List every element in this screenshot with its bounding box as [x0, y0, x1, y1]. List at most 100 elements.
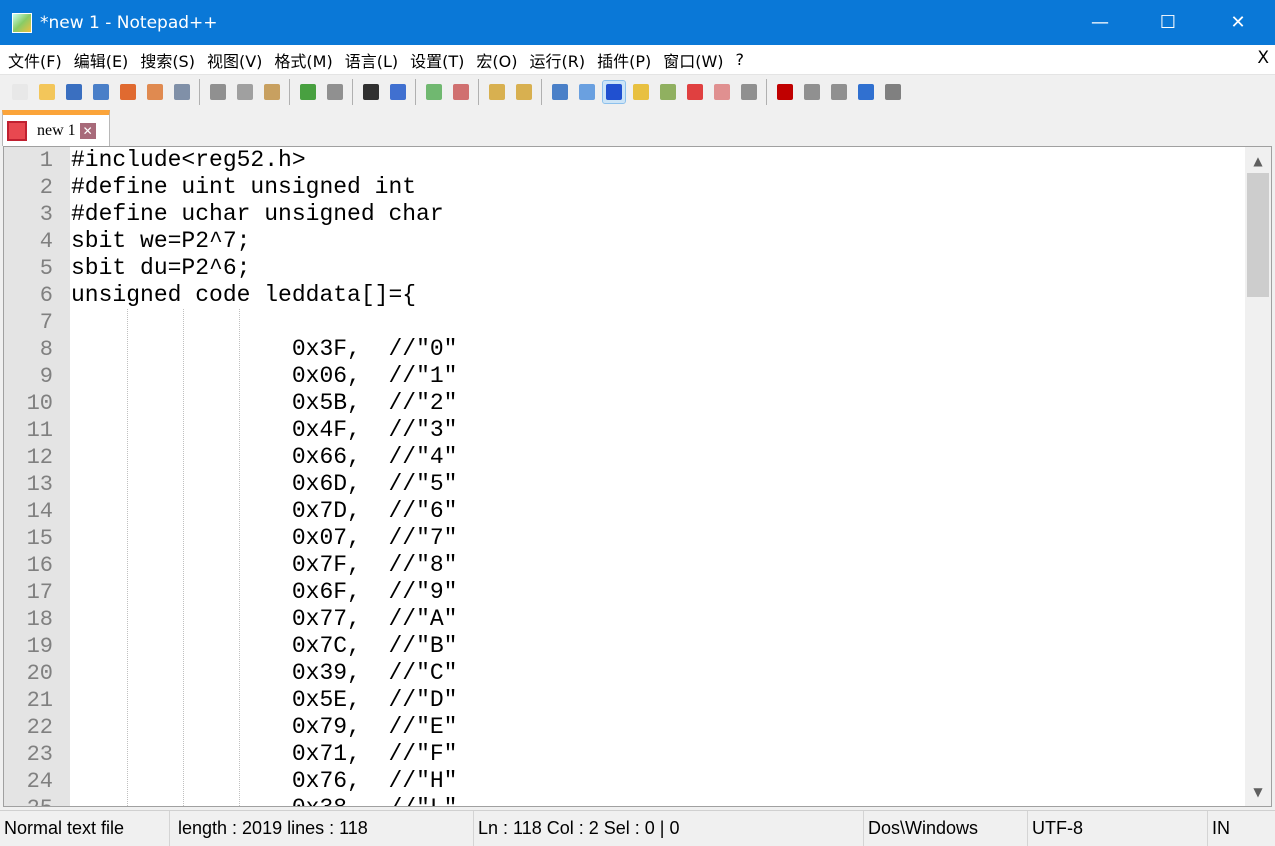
- code-line[interactable]: 0x6F, //"9": [71, 579, 458, 606]
- line-number: 16: [26, 553, 53, 578]
- code-line[interactable]: 0x5B, //"2": [71, 390, 458, 417]
- line-number: 23: [26, 742, 53, 767]
- close-document-button[interactable]: X: [1257, 48, 1269, 68]
- code-line[interactable]: 0x38, //"L": [71, 795, 458, 806]
- line-number: 11: [26, 418, 53, 443]
- menu-item[interactable]: 运行(R): [523, 48, 591, 72]
- indent-guide-icon[interactable]: [602, 79, 626, 104]
- menu-item[interactable]: 插件(P): [591, 48, 657, 72]
- code-line[interactable]: 0x66, //"4": [71, 444, 458, 471]
- code-line[interactable]: 0x77, //"A": [71, 606, 458, 633]
- line-number: 17: [26, 580, 53, 605]
- toolbar-separator: [289, 78, 290, 105]
- tab-bar: new 1 ✕: [0, 108, 1275, 146]
- code-line[interactable]: unsigned code leddata[]={: [71, 282, 416, 309]
- code-line[interactable]: 0x39, //"C": [71, 660, 458, 687]
- play-macro-icon[interactable]: [828, 81, 850, 103]
- udl-icon[interactable]: [630, 81, 652, 103]
- line-number: 1: [39, 148, 53, 173]
- code-line[interactable]: #include<reg52.h>: [71, 147, 306, 174]
- code-line[interactable]: 0x76, //"H": [71, 768, 458, 795]
- close-all-icon[interactable]: [144, 81, 166, 103]
- close-window-button[interactable]: ✕: [1203, 0, 1273, 45]
- record-macro-icon[interactable]: [774, 81, 796, 103]
- code-line[interactable]: 0x3F, //"0": [71, 336, 458, 363]
- doc-map-icon[interactable]: [657, 81, 679, 103]
- editor[interactable]: 1234567891011121314151617181920212223242…: [3, 146, 1272, 807]
- menu-item[interactable]: 窗口(W): [657, 48, 729, 72]
- zoom-out-icon[interactable]: [450, 81, 472, 103]
- line-number: 2: [39, 175, 53, 200]
- menu-bar: 文件(F) 编辑(E) 搜索(S) 视图(V) 格式(M) 语言(L) 设置(T) 宏(O) 运…: [0, 45, 1275, 74]
- code-line[interactable]: 0x4F, //"3": [71, 417, 458, 444]
- scroll-down-arrow-icon[interactable]: ▼: [1245, 780, 1271, 804]
- function-list-icon[interactable]: [684, 81, 706, 103]
- menu-item[interactable]: 搜索(S): [134, 48, 201, 72]
- folder-workspace-icon[interactable]: [711, 81, 733, 103]
- notepadpp-app-icon: [12, 12, 32, 33]
- save-icon[interactable]: [63, 81, 85, 103]
- print-icon[interactable]: [171, 81, 193, 103]
- run-macro-multiple-icon[interactable]: [855, 81, 877, 103]
- window-title: *new 1 - Notepad++: [40, 12, 218, 33]
- tab-label: new 1: [37, 121, 76, 139]
- vertical-scrollbar[interactable]: ▲ ▼: [1245, 147, 1271, 806]
- code-line[interactable]: 0x79, //"E": [71, 714, 458, 741]
- code-line[interactable]: 0x7F, //"8": [71, 552, 458, 579]
- code-line[interactable]: #define uchar unsigned char: [71, 201, 444, 228]
- menu-item[interactable]: 视图(V): [201, 48, 268, 72]
- save-all-icon[interactable]: [90, 81, 112, 103]
- stop-macro-icon[interactable]: [801, 81, 823, 103]
- paste-icon[interactable]: [261, 81, 283, 103]
- status-file-type: Normal text file: [0, 811, 170, 846]
- monitoring-icon[interactable]: [738, 81, 760, 103]
- menu-item[interactable]: 语言(L): [339, 48, 404, 72]
- code-line[interactable]: #define uint unsigned int: [71, 174, 416, 201]
- replace-icon[interactable]: [387, 81, 409, 103]
- find-icon[interactable]: [360, 81, 382, 103]
- minimize-button[interactable]: —: [1065, 0, 1135, 45]
- code-line[interactable]: 0x7C, //"B": [71, 633, 458, 660]
- code-line[interactable]: sbit we=P2^7;: [71, 228, 250, 255]
- line-number: 12: [26, 445, 53, 470]
- open-file-icon[interactable]: [36, 81, 58, 103]
- redo-icon[interactable]: [324, 81, 346, 103]
- toolbar-separator: [199, 78, 200, 105]
- code-line[interactable]: 0x7D, //"6": [71, 498, 458, 525]
- code-line[interactable]: sbit du=P2^6;: [71, 255, 250, 282]
- maximize-button[interactable]: ☐: [1133, 0, 1203, 45]
- code-line[interactable]: 0x71, //"F": [71, 741, 458, 768]
- scroll-up-arrow-icon[interactable]: ▲: [1245, 149, 1271, 173]
- copy-icon[interactable]: [234, 81, 256, 103]
- scrollbar-thumb[interactable]: [1247, 173, 1269, 297]
- menu-item[interactable]: 文件(F): [2, 48, 68, 72]
- menu-item[interactable]: 格式(M): [268, 48, 338, 72]
- line-number: 3: [39, 202, 53, 227]
- tab-new-1[interactable]: new 1 ✕: [2, 110, 110, 146]
- save-macro-icon[interactable]: [882, 81, 904, 103]
- line-number: 6: [39, 283, 53, 308]
- line-number: 8: [39, 337, 53, 362]
- code-line[interactable]: 0x6D, //"5": [71, 471, 458, 498]
- line-number: 22: [26, 715, 53, 740]
- menu-item[interactable]: 编辑(E): [68, 48, 135, 72]
- tab-close-button[interactable]: ✕: [79, 122, 96, 139]
- sync-vertical-icon[interactable]: [486, 81, 508, 103]
- close-icon[interactable]: [117, 81, 139, 103]
- line-number: 15: [26, 526, 53, 551]
- code-line[interactable]: 0x07, //"7": [71, 525, 458, 552]
- show-all-chars-icon[interactable]: [576, 81, 598, 103]
- menu-item[interactable]: 设置(T): [404, 48, 470, 72]
- code-line[interactable]: 0x5E, //"D": [71, 687, 458, 714]
- status-encoding: UTF-8: [1028, 811, 1208, 846]
- menu-item[interactable]: ?: [730, 50, 751, 69]
- sync-horizontal-icon[interactable]: [513, 81, 535, 103]
- word-wrap-icon[interactable]: [549, 81, 571, 103]
- new-file-icon[interactable]: [9, 81, 31, 103]
- code-line[interactable]: 0x06, //"1": [71, 363, 458, 390]
- zoom-in-icon[interactable]: [423, 81, 445, 103]
- menu-item[interactable]: 宏(O): [470, 48, 523, 72]
- undo-icon[interactable]: [297, 81, 319, 103]
- cut-icon[interactable]: [207, 81, 229, 103]
- line-number: 24: [26, 769, 53, 794]
